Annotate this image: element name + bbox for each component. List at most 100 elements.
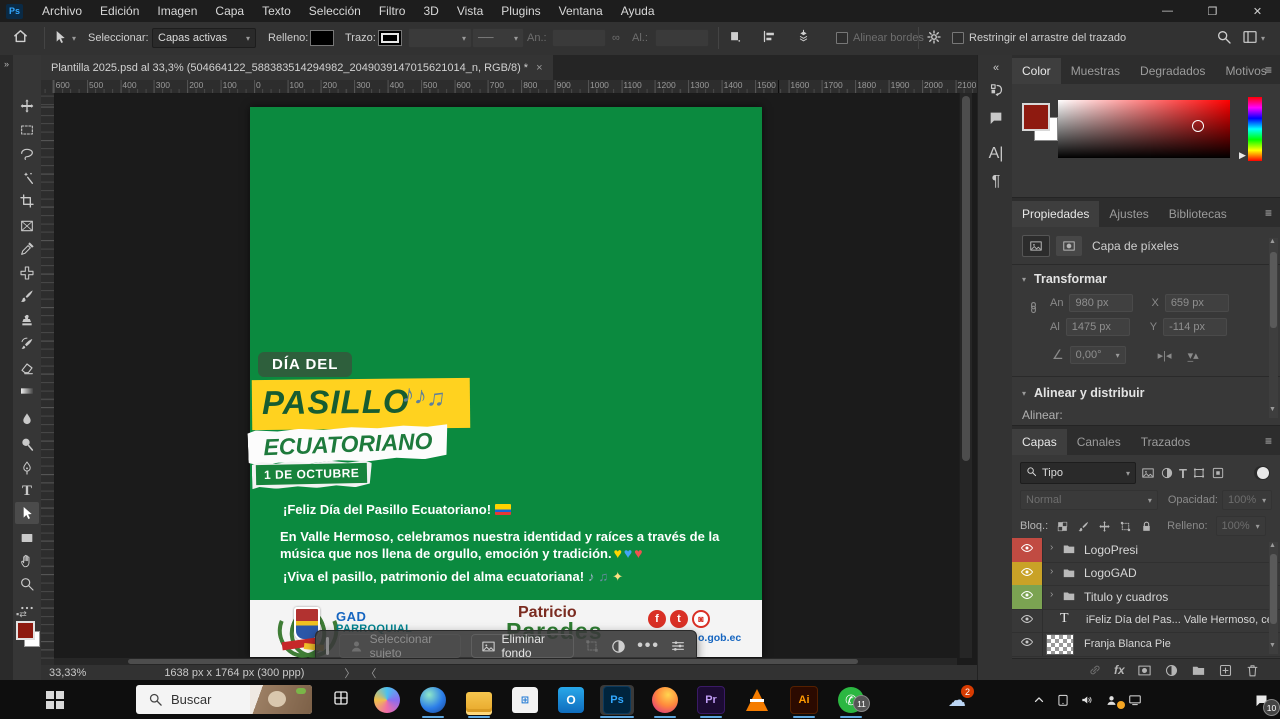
tool-gradient[interactable] xyxy=(15,380,39,402)
layer-name[interactable]: LogoPresi xyxy=(1084,543,1138,557)
flip-horizontal-icon[interactable]: ▸|◂ xyxy=(1158,349,1172,362)
properties-tab-ajustes[interactable]: Ajustes xyxy=(1099,201,1158,227)
color-tab-color[interactable]: Color xyxy=(1012,58,1061,84)
color-tab-degradados[interactable]: Degradados xyxy=(1130,58,1215,84)
properties-menu-icon[interactable]: ≡ xyxy=(1265,206,1272,220)
collapse-dock-icon[interactable]: « xyxy=(985,57,1007,79)
menu-imagen[interactable]: Imagen xyxy=(148,0,206,22)
comments-panel-icon[interactable] xyxy=(985,107,1007,129)
tool-dodge[interactable] xyxy=(15,433,39,455)
constrain-checkbox[interactable]: Restringir el arrastre del trazado xyxy=(952,22,1126,54)
filter-shape-icon[interactable] xyxy=(1192,466,1206,480)
layers-menu-icon[interactable]: ≡ xyxy=(1265,434,1272,448)
vertical-scrollbar-thumb[interactable] xyxy=(962,96,970,461)
taskbar-app-photoshop[interactable]: Ps xyxy=(600,685,634,715)
tool-rectangular-marquee[interactable] xyxy=(15,119,39,141)
group-expand-chevron[interactable]: › xyxy=(1050,542,1053,553)
document-tab-close-icon[interactable]: × xyxy=(536,62,542,74)
taskbar-search[interactable]: Buscar xyxy=(136,685,312,714)
color-field[interactable] xyxy=(1058,100,1230,158)
search-icon[interactable] xyxy=(1216,22,1232,54)
layer-visibility-eye-icon[interactable] xyxy=(1012,609,1043,633)
taskbar-app-file-explorer[interactable] xyxy=(464,685,494,715)
layer-visibility-eye-icon[interactable] xyxy=(1012,538,1043,562)
horizontal-ruler[interactable]: 6005004003002001000100200300400500600700… xyxy=(41,80,977,94)
properties-tab-propiedades[interactable]: Propiedades xyxy=(1012,201,1099,227)
notification-center-icon[interactable]: 10 xyxy=(1246,685,1276,715)
character-panel-icon[interactable]: A| xyxy=(985,143,1007,165)
tool-lasso[interactable] xyxy=(15,143,39,165)
transform-section-header[interactable]: Transformar xyxy=(1034,272,1107,286)
layer-visibility-eye-icon[interactable] xyxy=(1012,585,1043,609)
horizontal-scrollbar-thumb[interactable] xyxy=(128,659,858,664)
home-icon[interactable] xyxy=(12,22,29,54)
layer-effects-icon[interactable]: fx xyxy=(1114,663,1125,677)
zoom-level[interactable]: 33,33% xyxy=(49,667,86,679)
tool-rectangle[interactable] xyxy=(15,527,39,549)
select-mode-dropdown[interactable]: Capas activas▾ xyxy=(152,28,256,48)
taskbar-app-edge[interactable] xyxy=(418,685,448,715)
layers-tab-canales[interactable]: Canales xyxy=(1067,429,1131,455)
taskbar-app-task-view[interactable] xyxy=(326,685,356,715)
menu-selección[interactable]: Selección xyxy=(300,0,370,22)
fill-swatch[interactable] xyxy=(310,30,334,46)
weather-icon[interactable]: ☁2 xyxy=(942,685,972,715)
menu-3d[interactable]: 3D xyxy=(414,0,447,22)
path-align-icon[interactable] xyxy=(762,22,777,54)
properties-sliders-icon[interactable] xyxy=(670,638,686,654)
menu-ventana[interactable]: Ventana xyxy=(550,0,612,22)
vertical-scrollbar[interactable] xyxy=(959,93,972,658)
taskbar-app-outlook[interactable]: O xyxy=(556,685,586,715)
tool-brush[interactable] xyxy=(15,285,39,307)
color-menu-icon[interactable]: ≡ xyxy=(1265,63,1272,77)
lock-position-icon[interactable] xyxy=(1098,520,1111,533)
tool-eyedropper[interactable] xyxy=(15,238,39,260)
status-next-icon[interactable]: 〉 xyxy=(344,665,355,681)
taskbar-app-illustrator[interactable]: Ai xyxy=(789,685,819,715)
taskbar-app-microsoft-store[interactable]: ⊞ xyxy=(510,685,540,715)
taskbar-app-vlc[interactable] xyxy=(742,685,772,715)
menu-vista[interactable]: Vista xyxy=(448,0,492,22)
group-expand-chevron[interactable]: › xyxy=(1050,566,1053,577)
taskbar-app-whatsapp[interactable]: ✆11 xyxy=(836,685,866,715)
tool-clone-stamp[interactable] xyxy=(15,310,39,332)
tool-frame[interactable] xyxy=(15,215,39,237)
context-bar-drag-handle[interactable] xyxy=(326,637,329,655)
lock-pixels-icon[interactable] xyxy=(1077,520,1090,533)
paragraph-panel-icon[interactable]: ¶ xyxy=(985,171,1007,193)
swap-colors-icon[interactable]: ▪⇄ xyxy=(16,609,27,620)
align-section-header[interactable]: Alinear y distribuir xyxy=(1034,386,1144,400)
restore-button[interactable]: ❐ xyxy=(1190,0,1235,22)
tray-network-icon[interactable] xyxy=(1120,685,1150,715)
tool-eraser[interactable] xyxy=(15,357,39,379)
new-group-icon[interactable] xyxy=(1191,663,1206,678)
taskbar-app-firefox[interactable] xyxy=(650,685,680,715)
tool-spot-healing-brush[interactable] xyxy=(15,262,39,284)
layer-row-2[interactable]: › LogoGAD xyxy=(1012,562,1280,587)
canvas-area[interactable]: DÍA DEL PASILLO ♪♪♫ ECUATORIANO 1 DE OCT… xyxy=(54,93,957,658)
workspace-icon[interactable]: ▾ xyxy=(1242,22,1265,54)
close-button[interactable]: ✕ xyxy=(1235,0,1280,22)
tool-blur[interactable] xyxy=(15,408,39,430)
filter-toggle[interactable] xyxy=(1254,466,1270,480)
menu-ayuda[interactable]: Ayuda xyxy=(612,0,664,22)
new-adjustment-icon[interactable] xyxy=(1164,663,1179,678)
layers-scrollbar[interactable]: ▲ ▼ xyxy=(1269,542,1278,654)
delete-layer-icon[interactable] xyxy=(1245,663,1260,678)
layer-visibility-eye-icon[interactable] xyxy=(1012,562,1043,586)
layer-row-3[interactable]: ›Titulo y cuadros xyxy=(1012,585,1280,610)
path-arrange-icon[interactable] xyxy=(796,22,811,54)
menu-plugins[interactable]: Plugins xyxy=(492,0,549,22)
filter-adjustment-icon[interactable] xyxy=(1160,466,1174,480)
properties-scrollbar[interactable]: ▲ ▼ xyxy=(1269,238,1278,418)
new-layer-icon[interactable] xyxy=(1218,663,1233,678)
layer-name[interactable]: LogoGAD xyxy=(1084,566,1137,580)
menu-archivo[interactable]: Archivo xyxy=(33,0,91,22)
more-options-icon[interactable]: ••• xyxy=(637,637,660,655)
tool-type[interactable]: T xyxy=(15,480,39,502)
tool-zoom[interactable] xyxy=(15,573,39,595)
current-tool-icon[interactable]: ▾ xyxy=(52,22,76,54)
horizontal-scrollbar[interactable] xyxy=(54,658,957,665)
taskbar-app-copilot[interactable] xyxy=(372,685,402,715)
taskbar-app-premiere[interactable]: Pr xyxy=(696,685,726,715)
